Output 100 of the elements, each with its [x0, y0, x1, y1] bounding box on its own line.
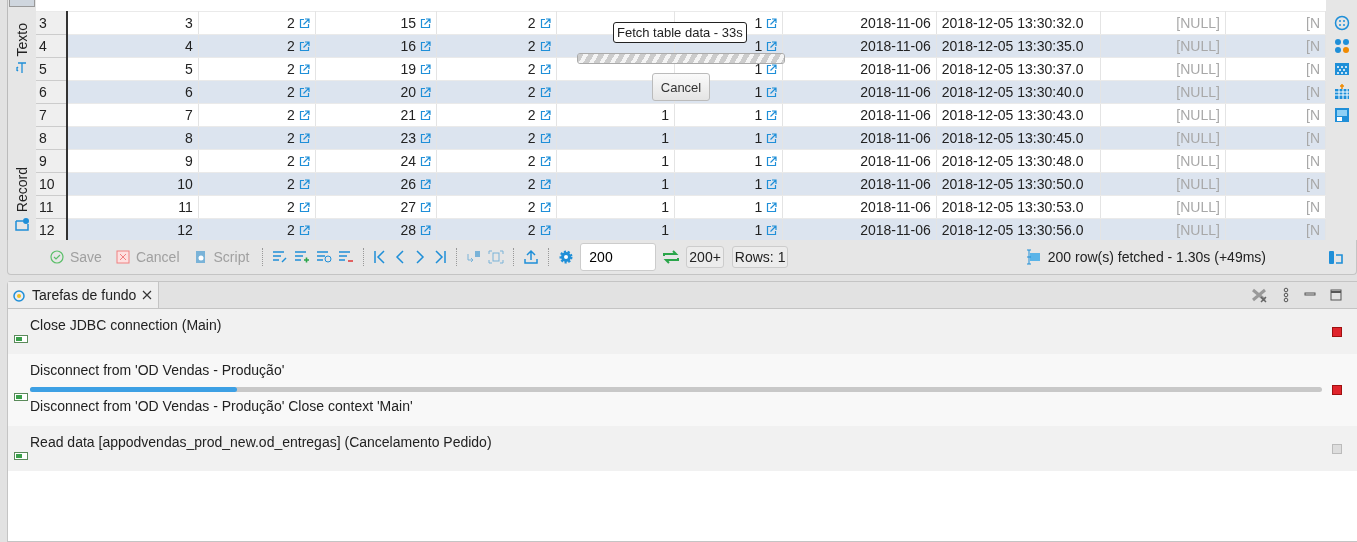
- table-cell: 28: [400, 222, 417, 238]
- panel-tab[interactable]: Tarefas de fundo: [8, 282, 160, 308]
- table-cell: 11: [178, 199, 193, 215]
- text-icon: [16, 60, 28, 75]
- link-icon[interactable]: [298, 64, 310, 75]
- row-edit-icon[interactable]: [272, 250, 289, 264]
- table-cell: 1: [754, 176, 763, 192]
- row-edit-icon[interactable]: [294, 250, 311, 264]
- link-icon[interactable]: [766, 225, 778, 236]
- refresh-icon[interactable]: [662, 249, 681, 265]
- link-icon[interactable]: [539, 225, 551, 236]
- table-cell: 2018-11-06: [860, 61, 931, 77]
- table-cell: 2018-12-05 13:30:37.0: [941, 61, 1084, 77]
- table-cell: 2018-11-06: [860, 199, 931, 215]
- link-icon[interactable]: [539, 110, 551, 121]
- link-icon[interactable]: [539, 41, 551, 52]
- fetch-more-button[interactable]: 200+: [686, 246, 724, 268]
- panel-toggle-icon[interactable]: [1328, 249, 1344, 265]
- row-number: 5: [36, 57, 68, 81]
- link-icon[interactable]: [298, 179, 310, 190]
- row-edit-icon[interactable]: [316, 250, 333, 264]
- row-edit-icon[interactable]: [338, 250, 355, 264]
- record-icon: [14, 216, 30, 232]
- link-icon[interactable]: [539, 18, 551, 29]
- check-icon: [50, 250, 64, 264]
- table-cell: [NULL]: [1176, 107, 1220, 123]
- link-icon[interactable]: [539, 133, 551, 144]
- link-icon[interactable]: [539, 64, 551, 75]
- last-icon[interactable]: [433, 250, 448, 264]
- grid-tab-icon[interactable]: [9, 0, 35, 7]
- link-icon[interactable]: [766, 18, 778, 29]
- link-icon[interactable]: [420, 225, 432, 236]
- table-cell: 2: [286, 15, 295, 31]
- copy-icon[interactable]: [466, 250, 483, 264]
- filter-icon[interactable]: [1333, 38, 1350, 54]
- table-cell: 21: [400, 107, 417, 123]
- link-icon[interactable]: [298, 18, 310, 29]
- link-icon[interactable]: [766, 110, 778, 121]
- link-icon[interactable]: [766, 179, 778, 190]
- table-cell: 27: [400, 199, 417, 215]
- link-icon[interactable]: [539, 179, 551, 190]
- side-tab[interactable]: Record: [14, 162, 30, 236]
- link-icon[interactable]: [420, 202, 432, 213]
- table-cell: 23: [400, 130, 417, 146]
- table-cell: 1: [661, 222, 670, 238]
- table-cell: 19: [400, 61, 417, 77]
- row-count-button[interactable]: Rows: 1: [731, 246, 789, 268]
- first-icon[interactable]: [373, 250, 388, 264]
- table-cell: 1: [661, 107, 670, 123]
- table-cell: 2018-11-06: [860, 222, 931, 238]
- link-icon[interactable]: [420, 41, 432, 52]
- link-icon[interactable]: [298, 87, 310, 98]
- link-icon[interactable]: [766, 41, 778, 52]
- link-icon[interactable]: [420, 64, 432, 75]
- link-icon[interactable]: [420, 133, 432, 144]
- link-icon[interactable]: [766, 87, 778, 98]
- close-icon[interactable]: [142, 290, 153, 300]
- link-icon[interactable]: [420, 87, 432, 98]
- grid-icon[interactable]: [1333, 61, 1350, 77]
- link-icon[interactable]: [298, 133, 310, 144]
- link-icon[interactable]: [298, 156, 310, 167]
- layout-icon[interactable]: [1333, 107, 1350, 123]
- link-icon[interactable]: [298, 41, 310, 52]
- table-cell: [N: [1306, 107, 1320, 123]
- table-cell: 2018-12-05 13:30:43.0: [941, 107, 1084, 123]
- table-cell: 2: [527, 107, 536, 123]
- link-icon[interactable]: [298, 110, 310, 121]
- link-icon[interactable]: [539, 156, 551, 167]
- panel-icon[interactable]: [1333, 15, 1350, 31]
- cancel-button[interactable]: Cancel: [652, 73, 710, 101]
- link-icon[interactable]: [420, 110, 432, 121]
- link-icon[interactable]: [766, 202, 778, 213]
- remove-all-icon[interactable]: [1250, 287, 1268, 303]
- table-cell: [N: [1306, 38, 1320, 54]
- table-cell: 2: [527, 199, 536, 215]
- maximize-icon[interactable]: [1330, 289, 1342, 301]
- fetch-size-field[interactable]: 200: [580, 243, 657, 271]
- link-icon[interactable]: [420, 156, 432, 167]
- link-icon[interactable]: [766, 156, 778, 167]
- select-icon[interactable]: [488, 250, 505, 264]
- table-cell: 2: [527, 222, 536, 238]
- link-icon[interactable]: [766, 64, 778, 75]
- link-icon[interactable]: [539, 202, 551, 213]
- side-tab[interactable]: Texto: [14, 19, 30, 79]
- menu-icon[interactable]: [1282, 287, 1290, 303]
- row-number: 12: [36, 218, 68, 240]
- link-icon[interactable]: [539, 87, 551, 98]
- progress-tooltip: Fetch table data - 33s: [613, 22, 747, 43]
- link-icon[interactable]: [420, 18, 432, 29]
- link-icon[interactable]: [298, 225, 310, 236]
- table-cell: 5: [185, 61, 193, 77]
- table-cell: [N: [1306, 15, 1320, 31]
- table-cell: 2: [527, 130, 536, 146]
- link-icon[interactable]: [420, 179, 432, 190]
- link-icon[interactable]: [766, 133, 778, 144]
- stop-button[interactable]: [1332, 326, 1342, 337]
- settings-icon[interactable]: [558, 249, 575, 265]
- export-icon[interactable]: [523, 249, 540, 265]
- calendar-icon[interactable]: [1333, 84, 1350, 100]
- link-icon[interactable]: [298, 202, 310, 213]
